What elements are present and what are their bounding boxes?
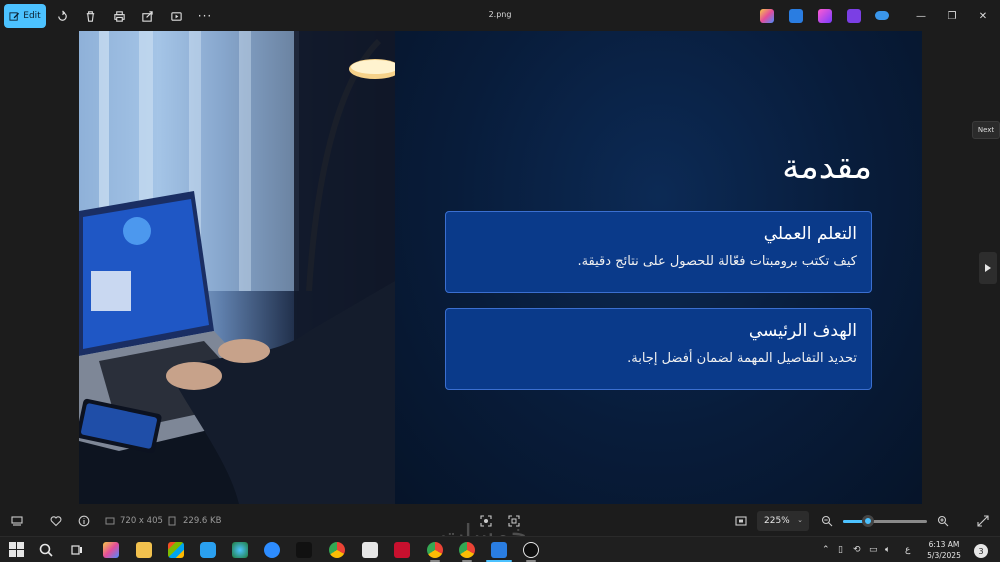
photos-app-window: Edit ··· 2.png — ❐ ✕ مقدمة التعلم العملي… <box>0 0 1000 562</box>
file-size-icon <box>165 514 179 528</box>
more-options-icon[interactable]: ··· <box>197 8 213 24</box>
zoom-in-icon[interactable] <box>936 514 950 528</box>
info-card: الهدف الرئيسي تحديد التفاصيل المهمة لضما… <box>445 308 872 390</box>
edit-icon <box>9 11 20 21</box>
zoom-slider-thumb[interactable] <box>862 515 875 527</box>
restore-button[interactable]: ❐ <box>944 8 960 24</box>
chrome-profile-2-icon[interactable] <box>459 542 475 558</box>
card-text: تحديد التفاصيل المهمة لضمان أفضل إجابة. <box>627 351 857 366</box>
edit-label: Edit <box>23 11 41 21</box>
designer-icon[interactable] <box>847 9 861 23</box>
system-clock[interactable]: 6:13 AM 5/3/2025 <box>922 539 966 561</box>
zoom-app-icon[interactable] <box>264 542 280 558</box>
card-heading: الهدف الرئيسي <box>748 321 857 341</box>
zoom-dropdown[interactable]: 225% ⌄ <box>757 511 809 531</box>
chevron-up-icon[interactable]: ⌃ <box>822 545 830 555</box>
top-toolbar: Edit ··· 2.png — ❐ ✕ <box>0 0 1000 32</box>
windows-start-icon[interactable] <box>9 542 24 557</box>
device-icon[interactable]: ▯ <box>838 545 843 555</box>
search-icon[interactable] <box>38 542 54 558</box>
delete-icon[interactable] <box>82 8 98 24</box>
favorite-icon[interactable] <box>49 514 63 528</box>
file-title: 2.png <box>488 10 512 19</box>
chevron-down-icon: ⌄ <box>797 516 803 524</box>
onedrive-icon[interactable] <box>875 11 889 20</box>
browser-globe-icon[interactable] <box>232 542 248 558</box>
next-arrow-icon <box>985 264 991 272</box>
image-viewer: مقدمة التعلم العملي كيف تكتب برومبتات فع… <box>79 31 922 504</box>
next-tooltip: Next <box>972 121 1000 139</box>
share-icon[interactable] <box>139 8 155 24</box>
red-app-icon[interactable] <box>394 542 410 558</box>
slide-title: مقدمة <box>782 147 872 187</box>
chrome-profile-icon[interactable] <box>427 542 443 558</box>
zoom-out-icon[interactable] <box>820 514 834 528</box>
rotate-icon[interactable] <box>54 8 70 24</box>
task-view-icon[interactable] <box>69 542 85 558</box>
info-card: التعلم العملي كيف تكتب برومبتات فعّالة ل… <box>445 211 872 293</box>
microsoft-store-icon[interactable] <box>168 542 184 558</box>
clipchamp-icon[interactable] <box>818 9 832 23</box>
fit-to-window-icon[interactable] <box>734 514 748 528</box>
presentation-slide: مقدمة التعلم العملي كيف تكتب برومبتات فع… <box>395 31 922 504</box>
laptop-photo <box>79 31 395 504</box>
notification-badge[interactable]: 3 <box>974 544 988 558</box>
zoom-slider[interactable] <box>843 520 927 523</box>
taskbar: ⌃ ▯ ⟲ ▭ 🔈︎ ع 6:13 AM 5/3/2025 3 <box>0 536 1000 562</box>
fullscreen-icon[interactable] <box>976 514 990 528</box>
image-dimensions: 720 x 405 <box>120 516 163 526</box>
print-icon[interactable] <box>111 8 127 24</box>
sync-app-icon[interactable] <box>200 542 216 558</box>
capcut-white-icon[interactable] <box>362 542 378 558</box>
photos-editor-icon[interactable] <box>789 9 803 23</box>
file-info-icon[interactable] <box>77 514 91 528</box>
copilot-taskbar-icon[interactable] <box>103 542 119 558</box>
battery-icon[interactable]: ▭ <box>869 545 878 555</box>
edit-button[interactable]: Edit <box>4 4 46 28</box>
file-explorer-icon[interactable] <box>136 542 152 558</box>
zoom-value: 225% <box>764 516 790 526</box>
next-button[interactable] <box>979 252 997 284</box>
close-button[interactable]: ✕ <box>975 8 991 24</box>
filmstrip-icon[interactable] <box>10 514 24 528</box>
minimize-button[interactable]: — <box>913 8 929 24</box>
file-size: 229.6 KB <box>183 516 222 526</box>
capcut-icon[interactable] <box>296 542 312 558</box>
chrome-icon[interactable] <box>329 542 345 558</box>
network-icon[interactable]: ⟲ <box>853 545 861 555</box>
card-text: كيف تكتب برومبتات فعّالة للحصول على نتائ… <box>577 254 857 269</box>
chatgpt-icon[interactable] <box>523 542 539 558</box>
copilot-icon[interactable] <box>760 9 774 23</box>
input-language[interactable]: ع <box>905 545 910 555</box>
clock-date: 5/3/2025 <box>927 551 961 560</box>
volume-icon[interactable]: 🔈︎ <box>885 545 890 555</box>
clock-time: 6:13 AM <box>928 540 960 549</box>
photos-taskbar-icon[interactable] <box>491 542 507 558</box>
image-dimensions-icon <box>103 514 117 528</box>
card-heading: التعلم العملي <box>763 224 857 244</box>
slideshow-icon[interactable] <box>168 8 184 24</box>
